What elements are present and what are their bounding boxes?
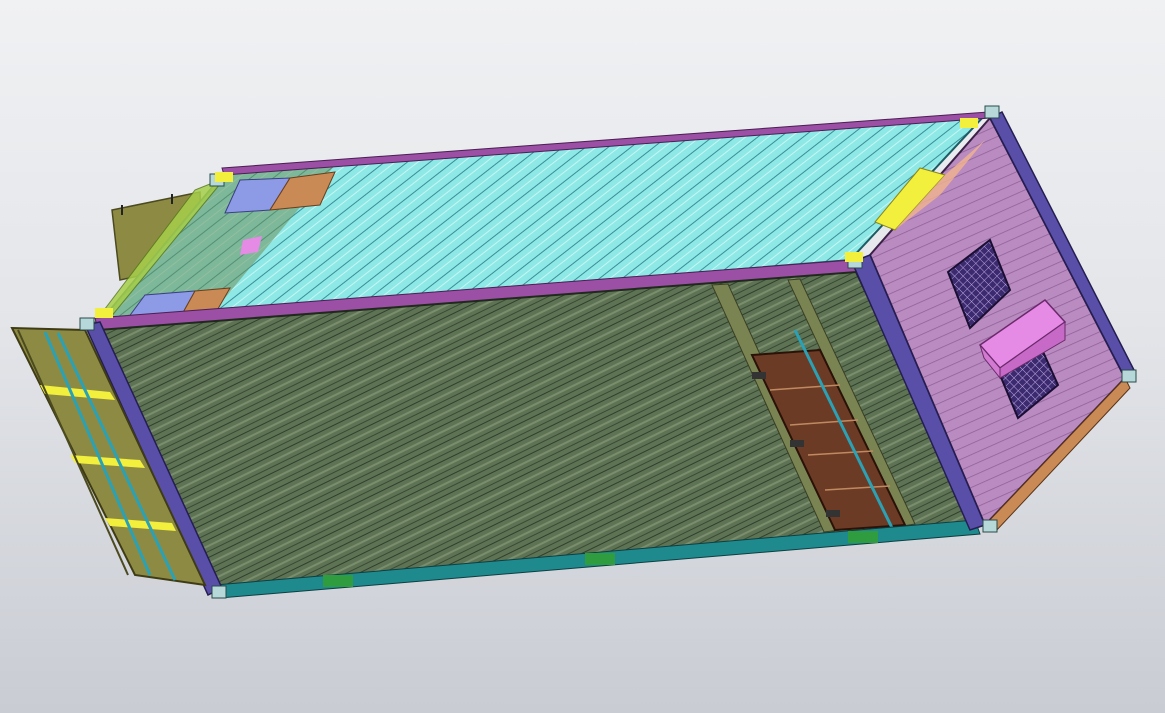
shipping-container-model[interactable] — [0, 0, 1165, 713]
fork-pocket — [848, 531, 878, 543]
fork-pocket — [323, 575, 353, 587]
cad-viewport[interactable] — [0, 0, 1165, 713]
fork-pocket — [585, 553, 615, 565]
